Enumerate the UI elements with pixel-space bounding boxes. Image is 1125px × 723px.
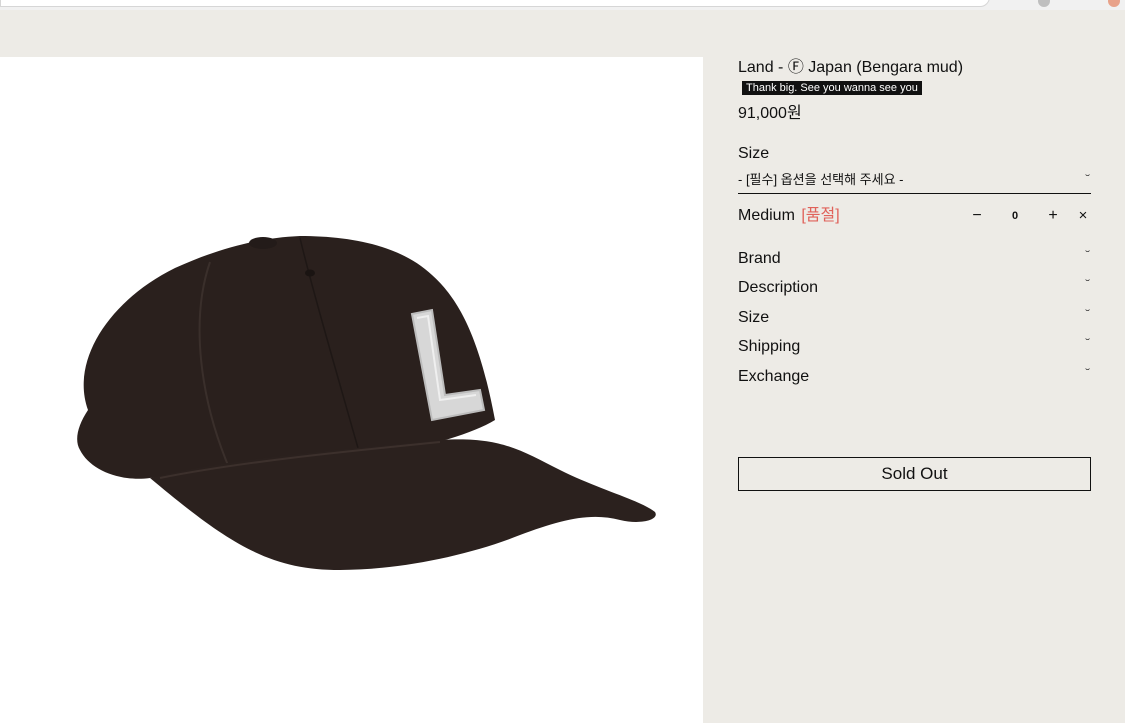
product-info-panel: Land - Ⓕ Japan (Bengara mud) Thank big. … <box>738 57 1091 397</box>
browser-toolbar-edge <box>0 0 1125 10</box>
accordion-brand[interactable]: Brand ˇ <box>738 250 1091 279</box>
sold-out-tag: [품절] <box>801 207 840 224</box>
chevron-down-icon: ˇ <box>1084 308 1090 320</box>
option-name: Medium <box>738 207 795 224</box>
product-price: 91,000원 <box>738 105 802 122</box>
tooltip: Thank big. See you wanna see you <box>742 81 922 95</box>
extension-icon[interactable] <box>1108 0 1120 7</box>
product-details-accordion: Brand ˇ Description ˇ Size ˇ Shipping ˇ … <box>738 250 1091 397</box>
address-bar[interactable] <box>0 0 990 7</box>
selected-option-row: Medium [품절] − 0 + × <box>738 204 1091 228</box>
accordion-shipping[interactable]: Shipping ˇ <box>738 338 1091 367</box>
increase-quantity-button[interactable]: + <box>1045 204 1061 228</box>
accordion-label: Description <box>738 279 819 297</box>
remove-option-button[interactable]: × <box>1075 204 1091 228</box>
decrease-quantity-button[interactable]: − <box>969 204 985 228</box>
accordion-label: Shipping <box>738 338 801 356</box>
size-select-value: - [필수] 옵션을 선택해 주세요 - <box>738 172 904 187</box>
accordion-label: Exchange <box>738 367 810 385</box>
accordion-label: Size <box>738 308 770 326</box>
quantity-value[interactable]: 0 <box>985 204 1045 228</box>
sold-out-button[interactable]: Sold Out <box>738 457 1091 491</box>
accordion-size[interactable]: Size ˇ <box>738 309 1091 338</box>
size-select[interactable]: - [필수] 옵션을 선택해 주세요 - ˇ <box>738 168 1091 194</box>
chevron-down-icon: ˇ <box>1084 279 1090 291</box>
chevron-down-icon: ˇ <box>1084 174 1090 185</box>
chevron-down-icon: ˇ <box>1084 338 1090 350</box>
accordion-exchange[interactable]: Exchange ˇ <box>738 368 1091 397</box>
size-option-label: Size <box>738 145 770 162</box>
product-title: Land - Ⓕ Japan (Bengara mud) <box>738 59 964 76</box>
cap-illustration <box>77 236 656 570</box>
chevron-down-icon: ˇ <box>1084 250 1090 261</box>
accordion-label: Brand <box>738 250 781 267</box>
profile-icon[interactable] <box>1038 0 1050 7</box>
chevron-down-icon: ˇ <box>1084 367 1090 379</box>
quantity-stepper: − 0 + × <box>969 204 1091 228</box>
product-image <box>0 57 703 723</box>
accordion-description[interactable]: Description ˇ <box>738 279 1091 308</box>
